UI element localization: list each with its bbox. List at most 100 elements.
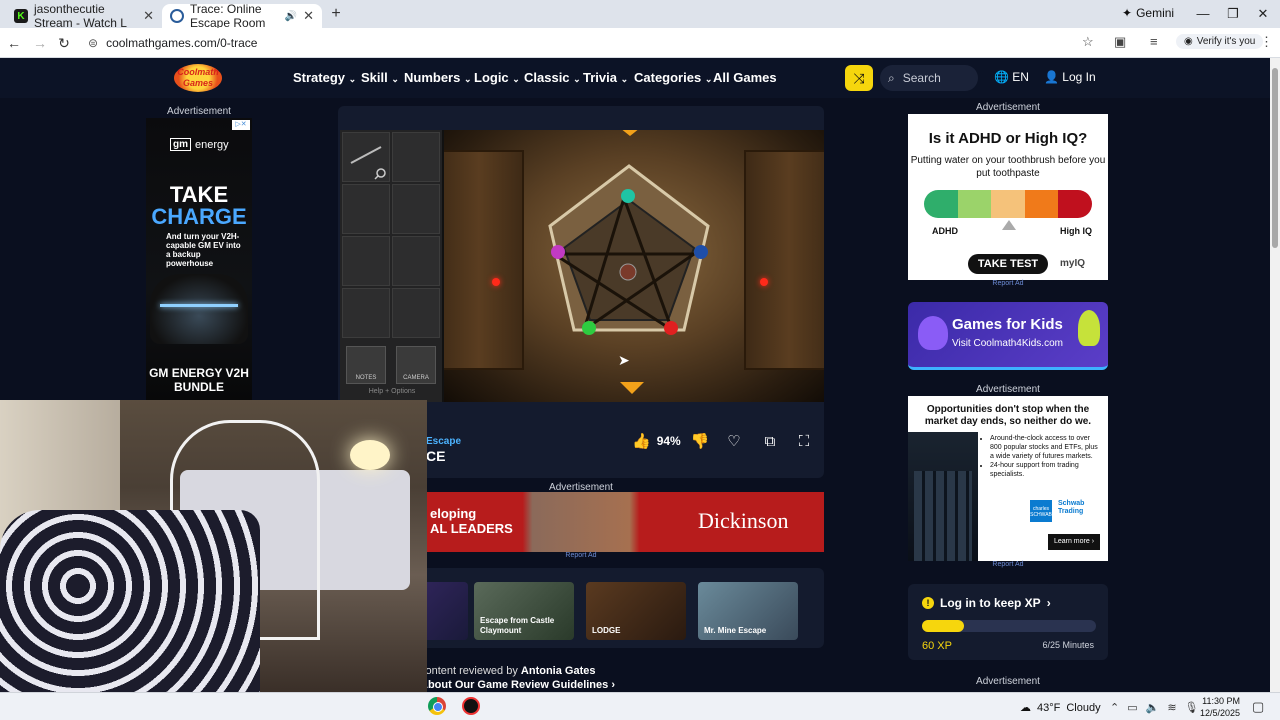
xp-panel[interactable]: ! Log in to keep XP › 60 XP 6/25 Minutes	[908, 584, 1108, 660]
tab-stream[interactable]: K jasonthecutie Stream - Watch L ✕	[6, 2, 162, 30]
related-game-card[interactable]: Mr. Mine Escape	[698, 582, 798, 640]
nav-trivia[interactable]: Trivia ⌄	[583, 70, 628, 85]
thumbs-down-icon[interactable]: 👎	[690, 432, 710, 452]
like-button[interactable]: 👍 94%	[632, 432, 681, 450]
page-scrollbar[interactable]	[1270, 58, 1280, 692]
site-info-icon[interactable]: ⊜	[88, 36, 98, 50]
ad-headline: Opportunities don't stop when the market…	[924, 404, 1092, 427]
blanket	[0, 510, 260, 692]
help-options-link[interactable]: Help + Options	[340, 388, 444, 395]
report-ad-link[interactable]: Report Ad	[908, 561, 1108, 568]
fullscreen-icon[interactable]: ⛶	[794, 432, 814, 452]
game-title: CE	[426, 448, 446, 464]
take-test-button[interactable]: TAKE TEST	[968, 254, 1048, 274]
heart-icon[interactable]: ♡	[724, 432, 744, 452]
schwab-ad[interactable]: Opportunities don't stop when the market…	[908, 396, 1108, 561]
gemini-button[interactable]: ✦ Gemini	[1122, 6, 1174, 20]
inventory-slot[interactable]	[342, 236, 390, 286]
tab-trace[interactable]: Trace: Online Escape Room 🔊 ✕	[162, 2, 322, 30]
bullet: 24-hour support from trading specialists…	[990, 461, 1102, 479]
ad-headline: Is it ADHD or High IQ?	[928, 130, 1088, 147]
related-game-card[interactable]: Escape from Castle Claymount	[474, 582, 574, 640]
app-icon[interactable]	[462, 697, 480, 715]
nav-classic[interactable]: Classic ⌄	[524, 70, 581, 85]
learn-more-button[interactable]: Learn more ›	[1048, 534, 1100, 550]
ad-sub: Visit Coolmath4Kids.com	[952, 338, 1063, 349]
review-note: content reviewed by Antonia Gates About …	[420, 664, 800, 692]
inventory-slot[interactable]	[392, 184, 440, 234]
ad-label: Advertisement	[976, 676, 1040, 687]
clock[interactable]: 11:30 PM 12/5/2025	[1200, 695, 1240, 719]
red-light	[760, 278, 768, 286]
weather-widget[interactable]: ☁ 43°F Cloudy	[1020, 701, 1101, 715]
arrow-up-icon[interactable]	[620, 130, 640, 136]
new-tab-button[interactable]: +	[326, 4, 346, 24]
close-window-button[interactable]: ✕	[1248, 4, 1278, 24]
cast-icon[interactable]: ▣	[1114, 34, 1126, 50]
language-selector[interactable]: 🌐 EN	[994, 70, 1029, 84]
network-icon: ▭	[1127, 702, 1138, 714]
coolmath-logo[interactable]: Coolmath Games	[174, 64, 222, 92]
chevron-down-icon: ⌄	[620, 74, 629, 84]
scale-left-label: ADHD	[932, 226, 958, 236]
chevron-down-icon: ⌄	[704, 74, 713, 84]
tab-title: jasonthecutie Stream - Watch L	[34, 2, 127, 30]
related-game-card[interactable]: LODGE	[586, 582, 686, 640]
media-control-icon[interactable]: ≡	[1150, 34, 1158, 49]
report-ad-link[interactable]: Report Ad	[908, 280, 1108, 287]
gallery-icon[interactable]: ⧉	[760, 432, 780, 452]
notification-icon[interactable]: ▢	[1252, 699, 1264, 715]
forward-icon[interactable]: →	[30, 33, 50, 53]
avatar: ◉	[1184, 36, 1193, 47]
nav-strategy[interactable]: Strategy ⌄	[293, 70, 356, 85]
shuffle-icon[interactable]: ⤨	[845, 65, 873, 91]
scroll-thumb[interactable]	[1272, 68, 1278, 248]
system-tray[interactable]: ⌃ ▭ 🔈 ≋ 🎙	[1110, 701, 1199, 714]
pentagram-puzzle[interactable]	[544, 160, 714, 350]
search-input[interactable]: ⌕ Search	[880, 65, 978, 91]
back-icon[interactable]: ←	[4, 33, 24, 53]
game-genre[interactable]: Escape	[426, 436, 461, 447]
close-icon[interactable]: ✕	[143, 8, 154, 24]
chrome-icon[interactable]	[428, 697, 446, 715]
gm-energy-ad[interactable]: ▷✕ gm energy TAKE CHARGE And turn your V2H…	[146, 118, 252, 400]
nav-all-games[interactable]: All Games	[713, 70, 777, 85]
reload-icon[interactable]: ↻	[54, 33, 74, 53]
xp-headline[interactable]: ! Log in to keep XP ›	[922, 596, 1051, 610]
gemini-label: Gemini	[1136, 6, 1175, 20]
nav-skill[interactable]: Skill ⌄	[361, 70, 399, 85]
inventory-slot[interactable]	[342, 288, 390, 338]
review-guidelines-link[interactable]: About Our Game Review Guidelines ›	[420, 678, 800, 692]
adchoices-icon[interactable]: ▷✕	[232, 120, 250, 130]
inventory-slot[interactable]	[342, 184, 390, 234]
inventory-slot[interactable]	[392, 236, 440, 286]
nav-logic[interactable]: Logic ⌄	[474, 70, 520, 85]
arrow-down-icon[interactable]	[620, 382, 644, 394]
notes-button[interactable]: NOTES	[346, 346, 386, 384]
camera-button[interactable]: CAMERA	[396, 346, 436, 384]
ad-headline: Games for Kids	[952, 316, 1063, 333]
ad-body: And turn your V2H-capable GM EV into a b…	[166, 232, 241, 268]
minimize-button[interactable]: —	[1188, 4, 1218, 24]
restore-button[interactable]: ❐	[1218, 4, 1248, 24]
puzzle-scene[interactable]	[444, 130, 824, 402]
myiq-ad[interactable]: Is it ADHD or High IQ? Putting water on …	[908, 114, 1108, 280]
address-bar[interactable]: ⊜ coolmathgames.com/0-trace	[82, 31, 1102, 55]
nav-numbers[interactable]: Numbers ⌄	[404, 70, 472, 85]
menu-dots-icon[interactable]: ⋮	[1260, 34, 1273, 50]
verify-profile-button[interactable]: ◉ Verify it's you	[1176, 34, 1264, 49]
octopus-icon	[918, 316, 948, 350]
login-button[interactable]: 👤 Log In	[1044, 70, 1096, 84]
game-canvas[interactable]: NOTES CAMERA Help + Options	[340, 130, 824, 402]
rating-percent: 94%	[656, 434, 681, 448]
inventory-slot[interactable]	[392, 288, 440, 338]
close-icon[interactable]: ✕	[303, 8, 314, 24]
magenta-arrow-node	[551, 245, 565, 259]
inventory-slot[interactable]	[392, 132, 440, 182]
speaker-icon[interactable]: 🔊	[285, 11, 297, 22]
bookmark-star-icon[interactable]: ☆	[1082, 34, 1094, 50]
green-arrow-node	[582, 321, 596, 335]
inventory-slot[interactable]	[342, 132, 390, 182]
coolmath4kids-ad[interactable]: Games for Kids Visit Coolmath4Kids.com	[908, 302, 1108, 370]
nav-categories[interactable]: Categories ⌄	[634, 70, 712, 85]
